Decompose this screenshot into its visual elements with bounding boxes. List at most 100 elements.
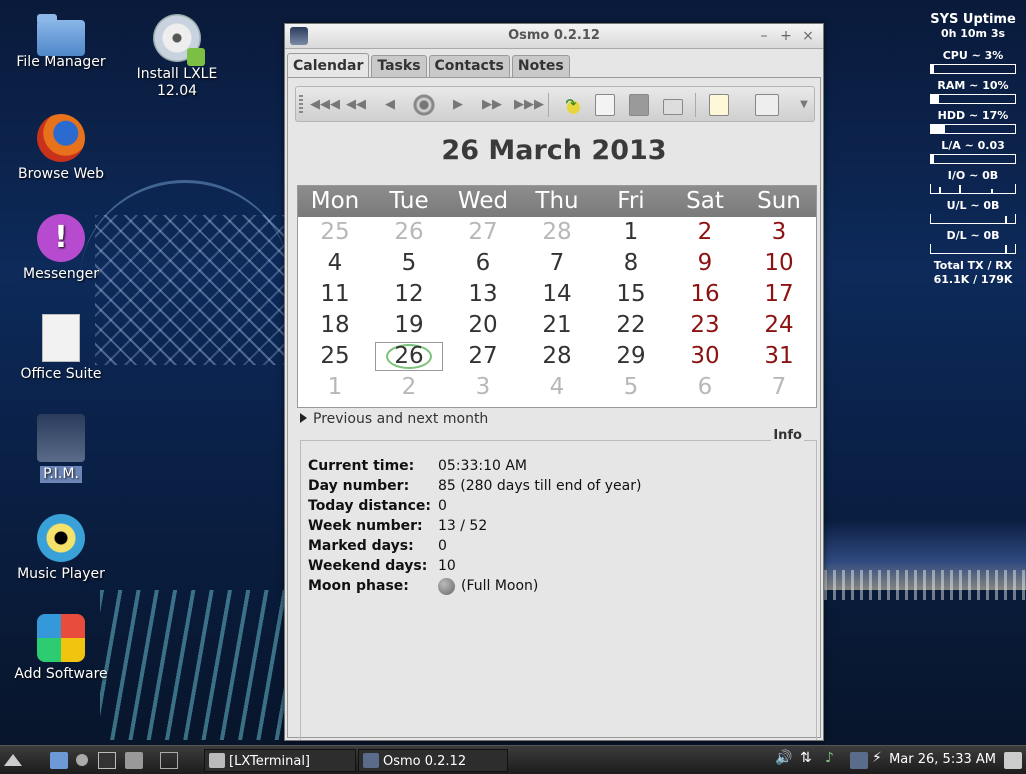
prev-next-month-expander[interactable]: Previous and next month bbox=[300, 411, 488, 427]
next-day-icon[interactable]: ▶ bbox=[446, 93, 470, 117]
taskbar-clock[interactable]: Mar 26, 5:33 AM bbox=[889, 752, 996, 767]
calendar-day[interactable]: 16 bbox=[668, 279, 742, 310]
document-icon bbox=[42, 314, 80, 362]
calendar-day[interactable]: 2 bbox=[372, 372, 446, 403]
tab-contacts[interactable]: Contacts bbox=[428, 55, 510, 77]
calendar-day[interactable]: 7 bbox=[742, 372, 816, 403]
full-year-icon[interactable] bbox=[595, 94, 615, 116]
music-tray-icon[interactable]: ♪ bbox=[825, 750, 843, 767]
calendar-day[interactable]: 13 bbox=[446, 279, 520, 310]
taskbar-task-lxterminal[interactable]: [LXTerminal] bbox=[204, 749, 356, 772]
calendar-day[interactable]: 3 bbox=[742, 217, 816, 248]
close-window-launcher-icon[interactable] bbox=[125, 752, 143, 769]
file-manager-launcher-icon[interactable] bbox=[50, 752, 68, 769]
info-value-text: 13 / 52 bbox=[438, 518, 488, 534]
day-number: 25 bbox=[320, 219, 350, 245]
show-desktop-icon[interactable] bbox=[160, 752, 178, 769]
desktop-icon-install-lxle[interactable]: Install LXLE 12.04 bbox=[122, 14, 232, 100]
calendar-day[interactable]: 1 bbox=[594, 217, 668, 248]
terminal-launcher-icon[interactable] bbox=[98, 752, 116, 769]
toolbar-grip[interactable] bbox=[299, 95, 303, 115]
edit-note-icon[interactable] bbox=[709, 94, 729, 116]
calendar-day[interactable]: 6 bbox=[446, 248, 520, 279]
dropdown-arrow-icon[interactable]: ▼ bbox=[792, 93, 816, 117]
calendar-day[interactable]: 22 bbox=[594, 310, 668, 341]
calendar-day[interactable]: 8 bbox=[594, 248, 668, 279]
preferences-icon[interactable] bbox=[755, 94, 779, 116]
tab-notes[interactable]: Notes bbox=[511, 55, 570, 77]
next-year-icon[interactable]: ▶▶▶ bbox=[514, 93, 544, 117]
power-icon[interactable]: ⚡ bbox=[872, 750, 890, 767]
calendar-day[interactable]: 18 bbox=[298, 310, 372, 341]
calendar-day[interactable]: 17 bbox=[742, 279, 816, 310]
window-titlebar[interactable]: Osmo 0.2.12 – + × bbox=[285, 24, 823, 49]
desktop-icon-music-player[interactable]: Music Player bbox=[6, 514, 116, 583]
total-label: Total TX / RX bbox=[933, 259, 1013, 272]
calendar-day[interactable]: 11 bbox=[298, 279, 372, 310]
print-icon[interactable] bbox=[663, 99, 683, 115]
tab-calendar[interactable]: Calendar bbox=[287, 53, 370, 78]
calendar-day[interactable]: 21 bbox=[520, 310, 594, 341]
calendar-day[interactable]: 7 bbox=[520, 248, 594, 279]
today-icon[interactable] bbox=[412, 93, 436, 117]
calendar-day[interactable]: 19 bbox=[372, 310, 446, 341]
desktop-icon-label: File Manager bbox=[16, 54, 106, 70]
info-value-text: (Full Moon) bbox=[461, 578, 539, 594]
network-icon[interactable]: ⇅ bbox=[800, 750, 818, 767]
minimize-button[interactable]: – bbox=[755, 27, 773, 45]
calendar-day[interactable]: 15 bbox=[594, 279, 668, 310]
desktop-icon-pim[interactable]: P.I.M. bbox=[6, 414, 116, 483]
calendar-day[interactable]: 12 bbox=[372, 279, 446, 310]
prev-day-icon[interactable]: ◀ bbox=[378, 93, 402, 117]
desktop-icon-office-suite[interactable]: Office Suite bbox=[6, 314, 116, 383]
calendar-day[interactable]: 30 bbox=[668, 341, 742, 372]
calendar-day[interactable]: 1 bbox=[298, 372, 372, 403]
info-value: 85 (280 days till end of year) bbox=[438, 476, 641, 496]
calendar-day[interactable]: 9 bbox=[668, 248, 742, 279]
pim-tray-icon[interactable] bbox=[850, 752, 868, 769]
calendar-day[interactable]: 3 bbox=[446, 372, 520, 403]
next-month-icon[interactable]: ▶▶ bbox=[480, 93, 504, 117]
calendar-day[interactable]: 28 bbox=[520, 217, 594, 248]
taskbar-task-osmo[interactable]: Osmo 0.2.12 bbox=[358, 749, 508, 772]
desktop-icon-file-manager[interactable]: File Manager bbox=[6, 14, 116, 71]
calendar-day[interactable]: 27 bbox=[446, 217, 520, 248]
day-number: 28 bbox=[542, 219, 572, 245]
calendar-day[interactable]: 6 bbox=[668, 372, 742, 403]
calendar-day[interactable]: 26 bbox=[372, 217, 446, 248]
calendar-day[interactable]: 5 bbox=[594, 372, 668, 403]
trash-icon[interactable] bbox=[1004, 752, 1022, 769]
search-icon[interactable] bbox=[76, 754, 88, 766]
start-menu-icon[interactable] bbox=[4, 754, 22, 766]
desktop-icon-browse-web[interactable]: Browse Web bbox=[6, 114, 116, 183]
calendar-day[interactable]: 24 bbox=[742, 310, 816, 341]
jump-to-date-icon[interactable]: ↷ bbox=[559, 93, 583, 117]
calendar-day[interactable]: 28 bbox=[520, 341, 594, 372]
calendar-day[interactable]: 5 bbox=[372, 248, 446, 279]
calendar-day[interactable]: 25 bbox=[298, 217, 372, 248]
calendar-day[interactable]: 4 bbox=[298, 248, 372, 279]
calendar-day[interactable]: 31 bbox=[742, 341, 816, 372]
calendar-day-today[interactable]: 26 bbox=[372, 341, 446, 372]
calendar-day[interactable]: 25 bbox=[298, 341, 372, 372]
desktop-icon-label: Add Software bbox=[14, 666, 108, 682]
maximize-button[interactable]: + bbox=[777, 27, 795, 45]
calendar-day[interactable]: 27 bbox=[446, 341, 520, 372]
calendar-day[interactable]: 23 bbox=[668, 310, 742, 341]
calendar-day[interactable]: 2 bbox=[668, 217, 742, 248]
calendar-day[interactable]: 10 bbox=[742, 248, 816, 279]
close-button[interactable]: × bbox=[799, 27, 817, 45]
volume-icon[interactable]: 🔊 bbox=[775, 750, 793, 767]
desktop-icon-add-software[interactable]: Add Software bbox=[6, 614, 116, 683]
tab-tasks[interactable]: Tasks bbox=[371, 55, 427, 77]
calendar-day[interactable]: 20 bbox=[446, 310, 520, 341]
prev-month-icon[interactable]: ◀◀ bbox=[344, 93, 368, 117]
prev-year-icon[interactable]: ◀◀◀ bbox=[310, 93, 340, 117]
day-number: 22 bbox=[616, 312, 646, 338]
desktop-icon-messenger[interactable]: ! Messenger bbox=[6, 214, 116, 283]
info-value-text: 0 bbox=[438, 538, 447, 554]
calendar-day[interactable]: 29 bbox=[594, 341, 668, 372]
calculator-icon[interactable] bbox=[629, 94, 649, 116]
calendar-day[interactable]: 4 bbox=[520, 372, 594, 403]
calendar-day[interactable]: 14 bbox=[520, 279, 594, 310]
